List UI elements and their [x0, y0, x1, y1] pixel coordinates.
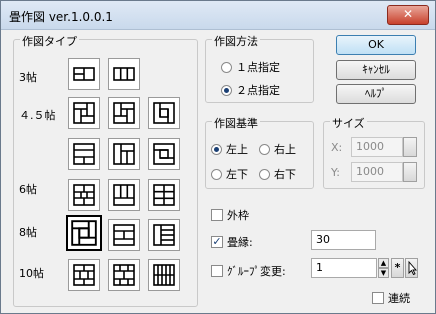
base-group-label: 作図基準: [212, 115, 260, 131]
base-radio-top-right[interactable]: 右上: [259, 141, 296, 157]
cancel-button[interactable]: ｷｬﾝｾﾙ: [336, 60, 416, 80]
size-label-6jo: 6帖: [19, 183, 37, 196]
method-radio-2point-label: ２点指定: [236, 84, 280, 97]
tatami-tile-4-5jo-6[interactable]: [148, 138, 180, 170]
base-radio-top-left-label: 左上: [226, 143, 248, 156]
title-bar: 畳作図 ver.1.0.0.1 ✕: [1, 1, 435, 30]
tatami-layout-icon: [113, 224, 135, 246]
check-icon: ✓: [211, 235, 223, 248]
tatami-tile-4-5jo-3[interactable]: [148, 97, 180, 129]
size-label-10jo: 10帖: [19, 267, 44, 280]
tatami-layout-icon: [113, 143, 135, 165]
method-radio-1point[interactable]: １点指定: [221, 59, 280, 75]
base-radio-bottom-right-label: 右下: [274, 168, 296, 181]
tatami-tile-8jo-2[interactable]: [108, 219, 140, 251]
size-y-pick-button[interactable]: [403, 162, 417, 182]
tatami-layout-icon: [153, 264, 175, 286]
tatami-layout-icon: [153, 224, 175, 246]
group-all-button[interactable]: *: [391, 258, 404, 278]
radio-circle: [221, 61, 232, 73]
tatami-tile-4-5jo-4[interactable]: [68, 138, 100, 170]
tatami-tile-10jo-2[interactable]: [108, 259, 140, 291]
checkbox-box: [211, 209, 223, 221]
method-radio-2point[interactable]: ２点指定: [221, 82, 280, 98]
base-radio-bottom-right[interactable]: 右下: [259, 166, 296, 182]
tatami-tile-10jo-3[interactable]: [148, 259, 180, 291]
window-title: 畳作図 ver.1.0.0.1: [9, 10, 113, 24]
tatami-layout-icon: [73, 143, 95, 165]
dialog-window: 畳作図 ver.1.0.0.1 ✕ 作図タイプ 3帖 ４.５帖 6帖 8帖 10…: [0, 0, 436, 314]
size-x-label: X:: [331, 141, 343, 154]
checkbox-box: [211, 265, 223, 277]
tatami-layout-icon: [73, 102, 95, 124]
size-group-label: サイズ: [330, 115, 367, 131]
size-y-label: Y:: [331, 166, 340, 179]
tatami-tile-4-5jo-5[interactable]: [108, 138, 140, 170]
tatami-tile-8jo-3[interactable]: [148, 219, 180, 251]
outer-frame-checkbox[interactable]: 外枠: [211, 207, 249, 223]
tatami-tile-10jo-1[interactable]: [68, 259, 100, 291]
size-label-3jo: 3帖: [19, 71, 37, 84]
size-y-input[interactable]: 1000: [351, 162, 403, 182]
group-change-label: ｸﾞﾙｰﾌﾟ変更:: [227, 265, 286, 278]
size-label-8jo: 8帖: [19, 226, 37, 239]
tatami-layout-icon: [113, 102, 135, 124]
tatami-layout-icon: [73, 184, 95, 206]
tatami-tile-6jo-3[interactable]: [148, 179, 180, 211]
tatami-tile-4-5jo-2[interactable]: [108, 97, 140, 129]
tatami-tile-4-5jo-1[interactable]: [68, 97, 100, 129]
close-button[interactable]: ✕: [387, 5, 429, 25]
base-radio-bottom-left-label: 左下: [226, 168, 248, 181]
edge-width-input[interactable]: 30: [311, 230, 376, 250]
base-radio-bottom-left[interactable]: 左下: [211, 166, 248, 182]
tatami-tile-6jo-1[interactable]: [68, 179, 100, 211]
tatami-tile-3jo-1[interactable]: [68, 58, 100, 90]
group-pick-button[interactable]: [405, 258, 418, 278]
checkbox-box: [372, 292, 384, 304]
tatami-layout-icon: [113, 184, 135, 206]
tatami-layout-icon: [113, 67, 135, 81]
size-x-pick-button[interactable]: [403, 137, 417, 157]
spin-up-icon[interactable]: ▲: [378, 258, 389, 268]
group-change-checkbox[interactable]: ｸﾞﾙｰﾌﾟ変更:: [211, 263, 286, 279]
help-button[interactable]: ﾍﾙﾌﾟ: [336, 84, 416, 104]
size-label-4-5jo: ４.５帖: [19, 109, 56, 122]
tatami-layout-icon: [153, 102, 175, 124]
base-radio-top-left[interactable]: 左上: [211, 141, 248, 157]
radio-circle-selected: [221, 84, 232, 96]
radio-circle: [259, 143, 270, 155]
method-radio-1point-label: １点指定: [236, 61, 280, 74]
tatami-layout-icon: [73, 67, 95, 81]
method-group-label: 作図方法: [212, 33, 260, 49]
tatami-layout-icon: [73, 264, 95, 286]
edge-checkbox[interactable]: ✓ 畳縁:: [211, 234, 253, 250]
tatami-layout-icon: [153, 184, 175, 206]
cursor-arrow-icon: [408, 260, 417, 276]
continuous-label: 連続: [388, 292, 410, 305]
tatami-tile-8jo-1[interactable]: [66, 215, 102, 251]
tatami-tile-6jo-2[interactable]: [108, 179, 140, 211]
group-number-input[interactable]: 1: [311, 258, 377, 278]
outer-frame-label: 外枠: [227, 209, 249, 222]
radio-circle-selected: [211, 143, 222, 155]
tatami-tile-3jo-2[interactable]: [108, 58, 140, 90]
size-x-input[interactable]: 1000: [351, 137, 403, 157]
base-radio-top-right-label: 右上: [274, 143, 296, 156]
tatami-type-group-label: 作図タイプ: [20, 33, 79, 49]
edge-label: 畳縁:: [227, 236, 253, 249]
spin-down-icon[interactable]: ▼: [378, 268, 389, 278]
ok-button[interactable]: OK: [336, 35, 416, 55]
tatami-layout-icon: [153, 143, 175, 165]
continuous-checkbox[interactable]: 連続: [372, 290, 410, 306]
group-number-spinner[interactable]: ▲ ▼: [378, 258, 389, 278]
tatami-layout-icon: [113, 264, 135, 286]
tatami-layout-icon: [71, 220, 97, 246]
radio-circle: [211, 168, 222, 180]
radio-circle: [259, 168, 270, 180]
